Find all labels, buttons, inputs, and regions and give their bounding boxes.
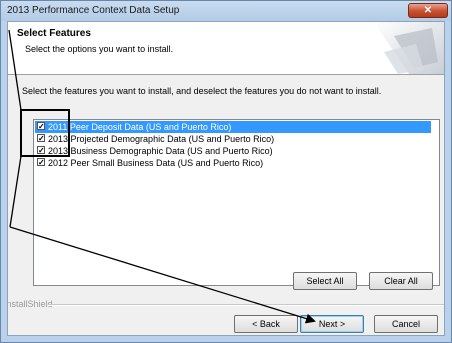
cancel-button[interactable]: Cancel	[374, 315, 438, 333]
window-title: 2013 Performance Context Data Setup	[7, 5, 180, 16]
feature-item-2012-peer-small-business[interactable]: ✓ 2012 Peer Small Business Data (US and …	[35, 157, 431, 169]
installshield-branding: InstallShield	[7, 299, 444, 310]
close-icon: ✕	[423, 5, 433, 16]
back-button[interactable]: < Back	[234, 315, 298, 333]
feature-label: 2011 Peer Deposit Data (US and Puerto Ri…	[48, 122, 232, 132]
clear-all-button[interactable]: Clear All	[369, 272, 433, 290]
header-subtitle: Select the options you want to install.	[25, 44, 174, 54]
select-all-button[interactable]: Select All	[293, 272, 357, 290]
feature-item-2013-projected-demographic[interactable]: ✓ 2013 Projected Demographic Data (US an…	[35, 133, 431, 145]
feature-label: 2012 Peer Small Business Data (US and Pu…	[48, 158, 264, 168]
feature-checkbox[interactable]: ✓	[37, 122, 45, 131]
header-title: Select Features	[17, 28, 91, 39]
dialog-header: Select Features Select the options you w…	[8, 22, 444, 75]
feature-checkbox[interactable]: ✓	[37, 134, 45, 143]
feature-label: 2013 Projected Demographic Data (US and …	[48, 134, 275, 144]
feature-checkbox[interactable]: ✓	[37, 146, 45, 155]
feature-item-2011-peer-deposit[interactable]: ✓ 2011 Peer Deposit Data (US and Puerto …	[35, 121, 431, 133]
header-graphic-icon	[374, 22, 444, 74]
installshield-label: InstallShield	[7, 299, 53, 309]
close-button[interactable]: ✕	[408, 3, 448, 18]
feature-label: 2013 Business Demographic Data (US and P…	[48, 146, 273, 156]
feature-checkbox[interactable]: ✓	[37, 158, 45, 167]
instructions-text: Select the features you want to install,…	[22, 86, 382, 96]
branding-divider	[48, 304, 444, 306]
setup-window: 2013 Performance Context Data Setup ✕ Se…	[0, 0, 452, 343]
feature-list[interactable]: ✓ 2011 Peer Deposit Data (US and Puerto …	[33, 119, 440, 286]
next-button[interactable]: Next >	[300, 315, 364, 333]
dialog-client-area: Select Features Select the options you w…	[7, 21, 445, 336]
title-bar[interactable]: 2013 Performance Context Data Setup ✕	[1, 1, 451, 21]
feature-item-2013-business-demographic[interactable]: ✓ 2013 Business Demographic Data (US and…	[35, 145, 431, 157]
